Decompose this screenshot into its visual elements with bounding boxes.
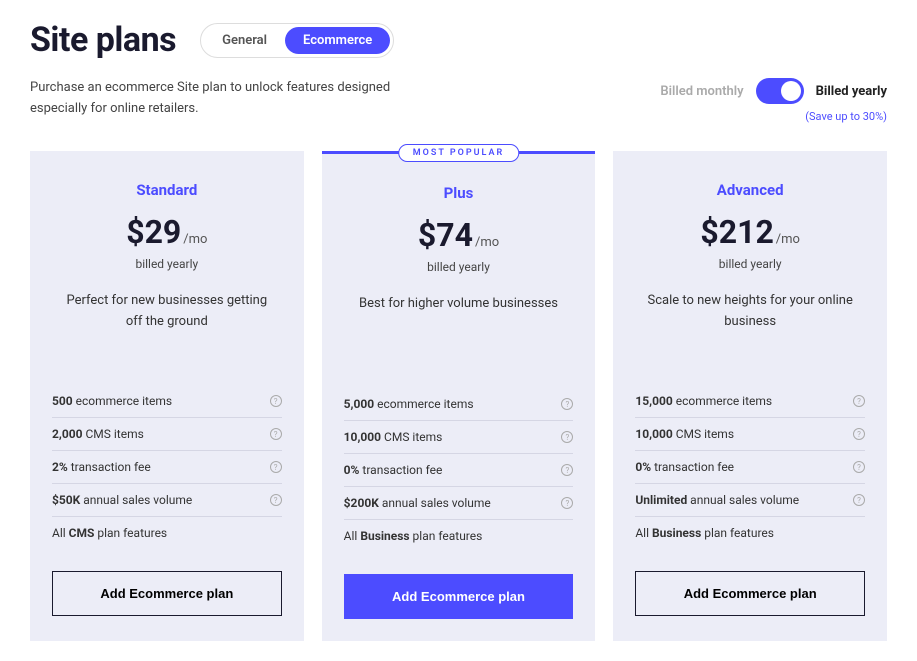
feature-text: Unlimited annual sales volume (635, 493, 799, 507)
plan-name: Standard (52, 181, 282, 199)
plan-card-advanced: Advanced $212/mo billed yearly Scale to new… (613, 151, 887, 641)
feature-item: 5,000 ecommerce items? (344, 388, 574, 421)
feature-item: 0% transaction fee? (635, 451, 865, 484)
billed-monthly-label: Billed monthly (660, 84, 743, 99)
plan-per: /mo (475, 235, 499, 250)
plan-card-plus: MOST POPULARPlus$74/mobilled yearlyBest … (322, 151, 596, 641)
plan-price: $29 (126, 213, 181, 251)
plan-description: Perfect for new businesses getting off t… (52, 291, 282, 355)
feature-text: 15,000 ecommerce items (635, 394, 772, 408)
feature-text: 10,000 CMS items (635, 427, 734, 441)
plan-price: $74 (418, 216, 473, 254)
plan-per: /mo (776, 232, 800, 247)
feature-text: $50K annual sales volume (52, 493, 192, 507)
add-plan-button[interactable]: Add Ecommerce plan (344, 574, 574, 619)
feature-item: $200K annual sales volume? (344, 487, 574, 520)
info-icon[interactable]: ? (853, 428, 865, 440)
feature-item: All Business plan features (635, 517, 865, 549)
feature-text: 5,000 ecommerce items (344, 397, 474, 411)
plan-billed: billed yearly (635, 257, 865, 271)
plan-price: $212 (700, 213, 773, 251)
info-icon[interactable]: ? (853, 494, 865, 506)
plan-name: Advanced (635, 181, 865, 199)
billing-save-note: (Save up to 30%) (660, 110, 887, 123)
plan-price-row: $29/mo (52, 213, 282, 251)
plan-price-row: $212/mo (635, 213, 865, 251)
feature-text: $200K annual sales volume (344, 496, 491, 510)
feature-text: 10,000 CMS items (344, 430, 443, 444)
info-icon[interactable]: ? (270, 428, 282, 440)
plan-name: Plus (344, 184, 574, 202)
plan-description: Best for higher volume businesses (344, 294, 574, 358)
feature-text: All Business plan features (344, 529, 483, 543)
feature-text: All Business plan features (635, 526, 774, 540)
tab-general[interactable]: General (204, 27, 285, 54)
feature-item: 2,000 CMS items? (52, 418, 282, 451)
info-icon[interactable]: ? (270, 494, 282, 506)
feature-item: 0% transaction fee? (344, 454, 574, 487)
most-popular-badge: MOST POPULAR (398, 144, 519, 162)
page-title: Site plans (30, 20, 176, 60)
feature-text: All CMS plan features (52, 526, 167, 540)
info-icon[interactable]: ? (561, 431, 573, 443)
plan-billed: billed yearly (344, 260, 574, 274)
tab-ecommerce[interactable]: Ecommerce (285, 27, 390, 54)
feature-item: 2% transaction fee? (52, 451, 282, 484)
add-plan-button[interactable]: Add Ecommerce plan (52, 571, 282, 616)
feature-text: 2% transaction fee (52, 460, 151, 474)
plan-price-row: $74/mo (344, 216, 574, 254)
add-plan-button[interactable]: Add Ecommerce plan (635, 571, 865, 616)
feature-text: 500 ecommerce items (52, 394, 172, 408)
info-icon[interactable]: ? (561, 497, 573, 509)
plan-description: Scale to new heights for your online bus… (635, 291, 865, 355)
info-icon[interactable]: ? (853, 395, 865, 407)
feature-item: 15,000 ecommerce items? (635, 385, 865, 418)
info-icon[interactable]: ? (561, 464, 573, 476)
feature-text: 0% transaction fee (344, 463, 443, 477)
feature-item: All CMS plan features (52, 517, 282, 549)
feature-item: 500 ecommerce items? (52, 385, 282, 418)
feature-item: Unlimited annual sales volume? (635, 484, 865, 517)
info-icon[interactable]: ? (853, 461, 865, 473)
plan-card-standard: Standard $29/mo billed yearly Perfect for n… (30, 151, 304, 641)
feature-list: 15,000 ecommerce items?10,000 CMS items?… (635, 385, 865, 549)
feature-text: 2,000 CMS items (52, 427, 144, 441)
feature-item: $50K annual sales volume? (52, 484, 282, 517)
feature-item: 10,000 CMS items? (635, 418, 865, 451)
billing-toggle[interactable] (756, 78, 804, 104)
plan-per: /mo (183, 232, 207, 247)
page-subtitle: Purchase an ecommerce Site plan to unloc… (30, 78, 450, 120)
plan-type-tabs: General Ecommerce (200, 23, 394, 58)
feature-item: 10,000 CMS items? (344, 421, 574, 454)
feature-text: 0% transaction fee (635, 460, 734, 474)
feature-item: All Business plan features (344, 520, 574, 552)
info-icon[interactable]: ? (561, 398, 573, 410)
toggle-knob (781, 81, 801, 101)
feature-list: 500 ecommerce items?2,000 CMS items?2% t… (52, 385, 282, 549)
billed-yearly-label: Billed yearly (816, 84, 887, 99)
plan-billed: billed yearly (52, 257, 282, 271)
info-icon[interactable]: ? (270, 461, 282, 473)
info-icon[interactable]: ? (270, 395, 282, 407)
feature-list: 5,000 ecommerce items?10,000 CMS items?0… (344, 388, 574, 552)
